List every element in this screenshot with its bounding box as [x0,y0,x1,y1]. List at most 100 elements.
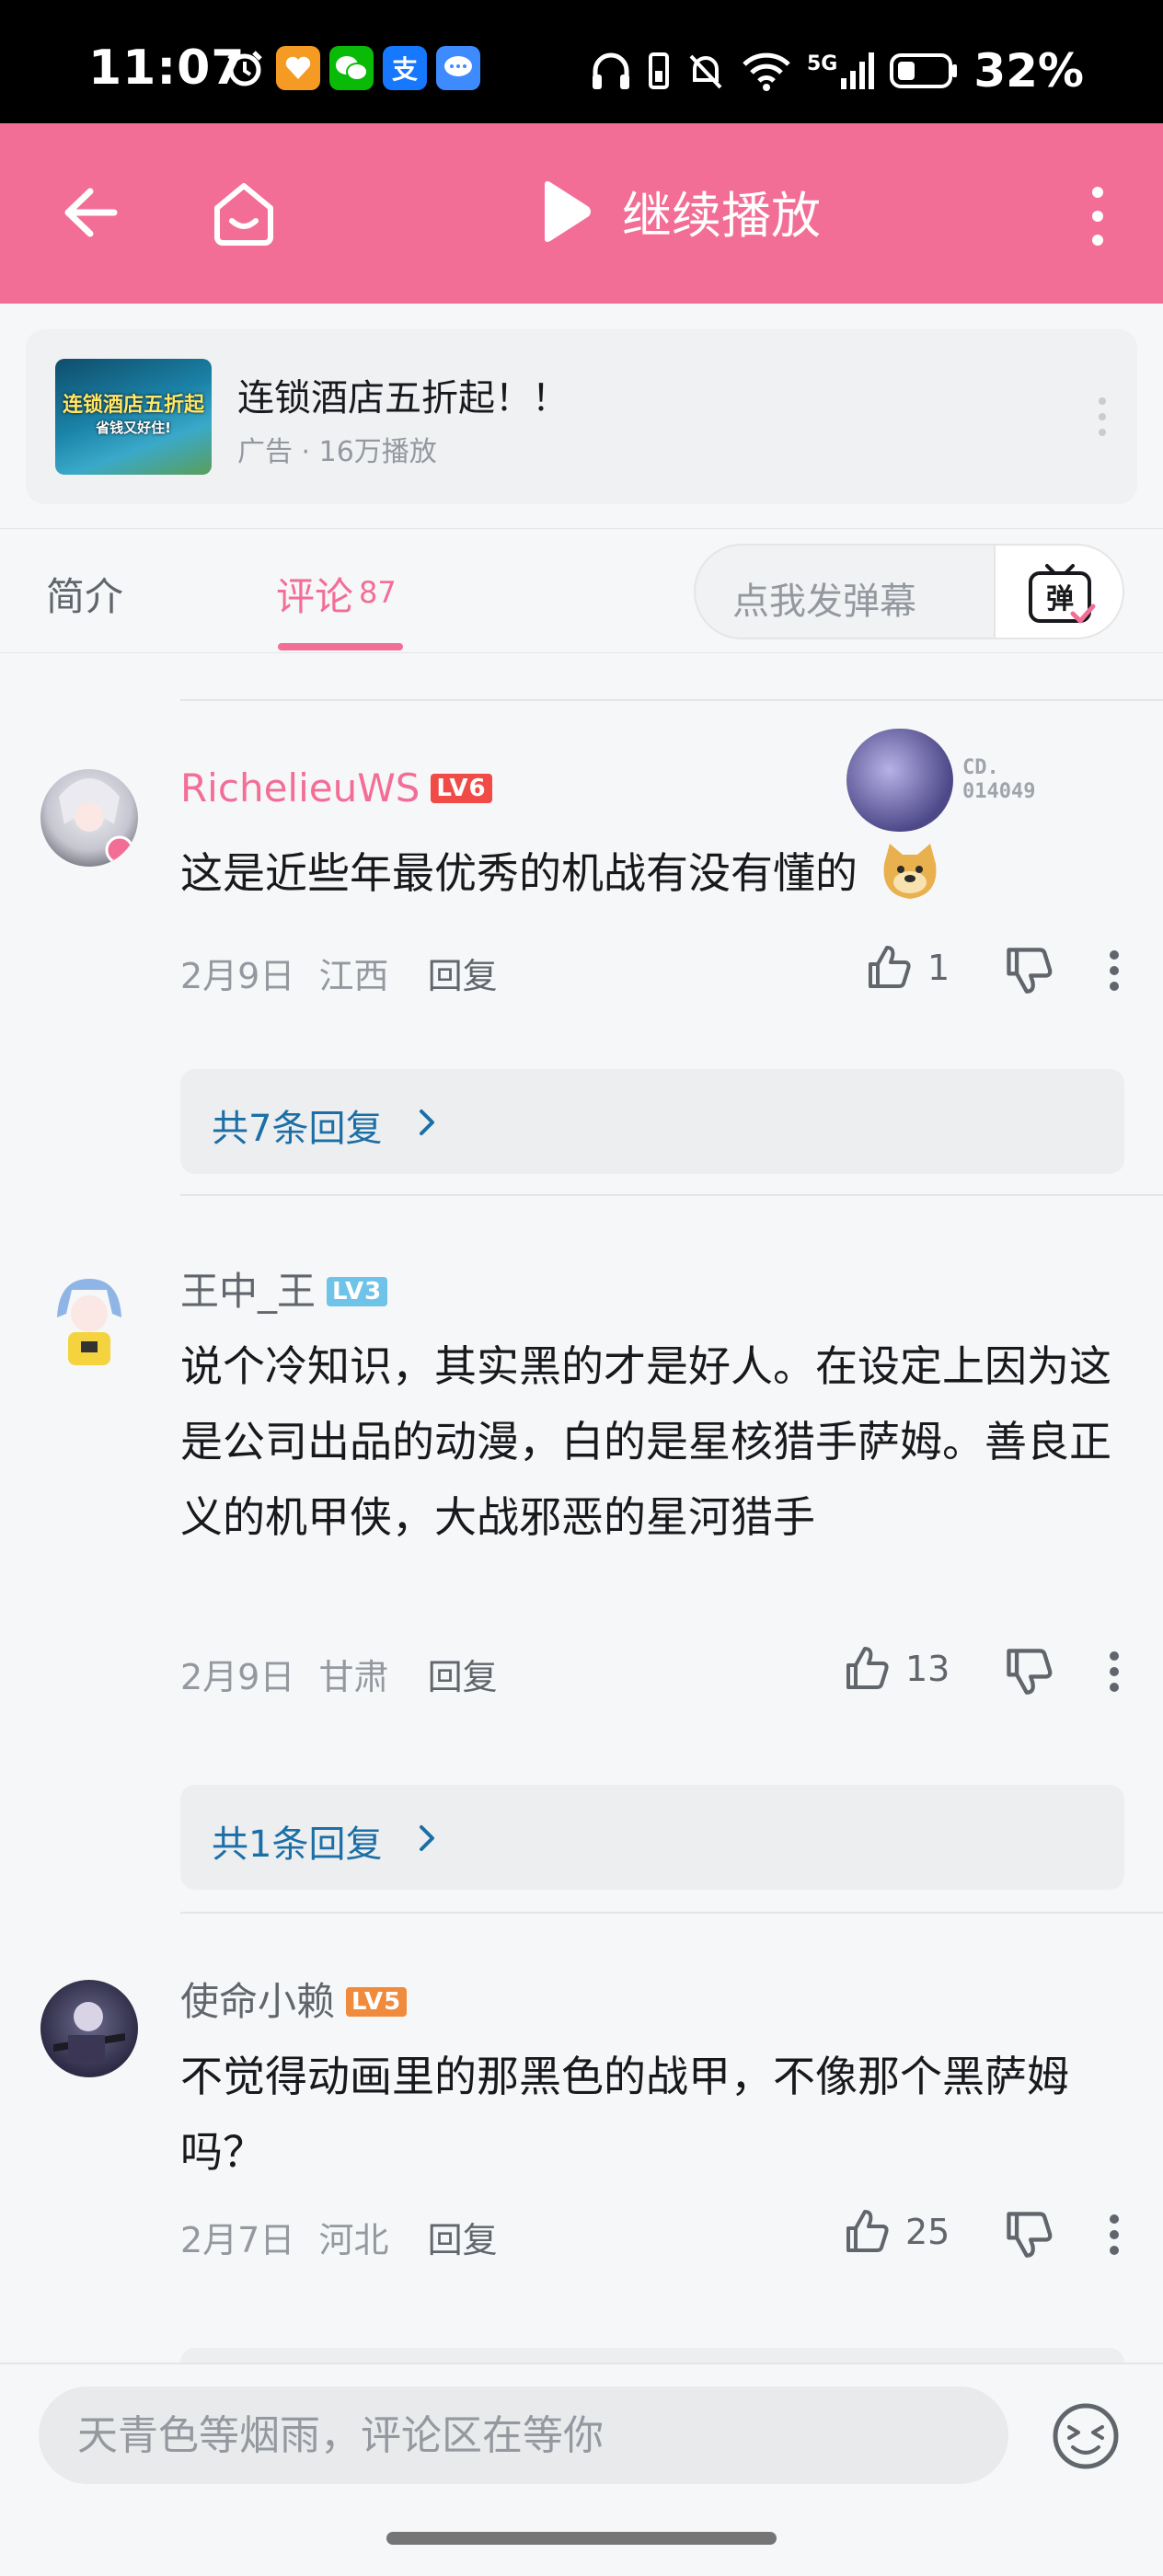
alipay-glyph: 支 [391,54,418,85]
comment-text: 这是近些年最优秀的机战有没有懂的 [180,835,1128,911]
more-vertical-icon[interactable] [1084,184,1111,248]
headphones-icon [592,52,629,89]
network-type: 5G [806,52,838,75]
thumbs-up-icon [846,2210,889,2252]
thumbs-up-icon [846,1647,889,1689]
chevron-right-icon [420,1110,434,1135]
continue-play-button[interactable]: 继续播放 [539,175,821,247]
fan-badge[interactable]: CD. 014049 [846,729,1035,832]
avatar[interactable] [40,1271,138,1369]
danmaku-toggle-label: 弹 [1046,583,1074,615]
ad-more-icon[interactable] [1093,394,1111,440]
comment-meta: 2月7日 河北 回复 [180,2212,498,2262]
reply-button[interactable]: 回复 [428,2220,498,2260]
play-icon [545,180,591,242]
battery-icon [890,53,958,88]
like-button[interactable]: 13 [843,1645,950,1693]
comment-input[interactable] [39,2386,1008,2484]
comment-username[interactable]: 王中_王 LV3 [180,1260,388,1317]
comment-more-icon[interactable] [1108,2214,1121,2256]
tab-bar: 简介 评论 87 点我发弹幕 弹 [0,528,1163,653]
mute-bell-icon [689,54,722,89]
video-app-bar: 继续播放 [0,123,1163,304]
danmaku-toggle-button[interactable]: 弹 [994,546,1123,638]
wechat-icon [329,46,374,90]
like-count: 1 [927,948,950,988]
chevron-right-icon [420,1825,434,1851]
continue-play-label: 继续播放 [622,187,821,245]
reply-button[interactable]: 回复 [428,956,498,996]
like-button[interactable]: 25 [843,2208,950,2256]
view-replies-button[interactable]: 共1条回复 [180,1785,1124,1890]
doge-emoji-icon [883,844,937,899]
comment-body: 这是近些年最优秀的机战有没有懂的 [180,848,858,898]
wifi-icon [743,52,790,91]
comment-date: 2月9日 [180,956,295,996]
level-badge: LV6 [431,774,492,803]
ad-thumbnail-headline: 连锁酒店五折起 [62,394,204,417]
avatar-character-icon [53,2002,125,2063]
tab-comments[interactable]: 评论 87 [276,566,397,622]
comment-meta: 2月9日 甘肃 回复 [180,1649,498,1699]
avatar[interactable] [40,769,138,867]
alarm-icon [223,46,267,90]
comment-text: 不觉得动画里的那黑色的战甲，不像那个黑萨姆吗？ [180,2052,1069,2177]
fan-badge-figure-icon [846,729,953,832]
level-badge: LV3 [327,1277,388,1306]
tab-comments-count: 87 [359,575,397,610]
thumbs-down-icon[interactable] [1003,2208,1054,2260]
ad-thumbnail: 连锁酒店五折起 省钱又好住! [55,359,212,475]
status-bar: 11:07 支 5G 32% [0,0,1163,123]
comment-date: 2月7日 [180,2220,295,2260]
ad-subtitle: 广告 · 16万播放 [237,436,437,468]
thumbs-up-icon [869,946,911,988]
avatar-badge-icon [59,778,134,865]
cellular-indicator: 5G [806,52,875,89]
status-app-icons: 支 [223,46,480,90]
comment-item: 使命小赖 LV5 不觉得动画里的那黑色的战甲，不像那个黑萨姆吗？ 2月7日 河北 … [0,1914,1163,2363]
comment-more-icon[interactable] [1108,1650,1121,1693]
ad-thumbnail-subline: 省钱又好住! [96,420,171,436]
ad-title: 连锁酒店五折起！！ [237,377,569,420]
thumbs-down-icon[interactable] [1003,944,1054,995]
comment-list[interactable]: RichelieuWS LV6 CD. 014049 这是近些年最优秀的机战有没有… [0,655,1163,2363]
like-count: 25 [905,2212,950,2252]
comment-location: 甘肃 [318,1657,389,1697]
comment-username[interactable]: 使命小赖 LV5 [180,1971,408,2027]
battery-percent: 32% [973,44,1084,98]
thumbs-down-icon[interactable] [1003,1645,1054,1696]
back-arrow-icon[interactable] [59,180,123,245]
comment-meta: 2月9日 江西 回复 [180,948,498,998]
reply-summary: 共1条回复 [212,1823,383,1866]
username-text: RichelieuWS [180,765,420,811]
danmaku-placeholder: 点我发弹幕 [732,581,916,623]
reply-button[interactable]: 回复 [428,1657,498,1697]
emoji-icon[interactable] [1051,2401,1121,2471]
avatar-character-icon [57,1279,121,1365]
status-right: 5G 32% [590,44,1084,98]
tab-comments-label: 评论 [276,574,354,619]
like-button[interactable]: 1 [865,944,950,992]
fan-badge-number-line2: 014049 [962,780,1036,803]
avatar[interactable] [40,1980,138,2077]
comment-location: 江西 [318,956,389,996]
fan-badge-number-line1: CD. [962,756,999,779]
signal-icon [841,52,875,89]
comment-more-icon[interactable] [1108,949,1121,992]
comment-location: 河北 [318,2220,389,2260]
alipay-icon: 支 [383,46,427,90]
comment-input-bar [0,2363,1163,2576]
view-replies-button[interactable]: 共7条回复 [180,1069,1124,1174]
message-icon [436,46,480,90]
level-badge: LV5 [346,1987,408,2017]
comment-item: 王中_王 LV3 说个冷知识，其实黑的才是好人。在设定上因为这是公司出品的动漫，白… [0,1196,1163,1914]
home-indicator[interactable] [386,2532,777,2545]
comment-username[interactable]: RichelieuWS LV6 [180,765,492,811]
view-replies-button[interactable] [180,2348,1124,2363]
danmaku-send-pill[interactable]: 点我发弹幕 弹 [694,544,1124,639]
comment-text: 说个冷知识，其实黑的才是好人。在设定上因为这是公司出品的动漫，白的是星核猎手萨姆… [180,1341,1111,1542]
ad-card[interactable]: 连锁酒店五折起 省钱又好住! 连锁酒店五折起！！ 广告 · 16万播放 [26,329,1137,504]
tab-intro[interactable]: 简介 [46,566,123,622]
home-icon[interactable] [208,177,280,248]
fan-badge-number: CD. 014049 [962,756,1035,804]
